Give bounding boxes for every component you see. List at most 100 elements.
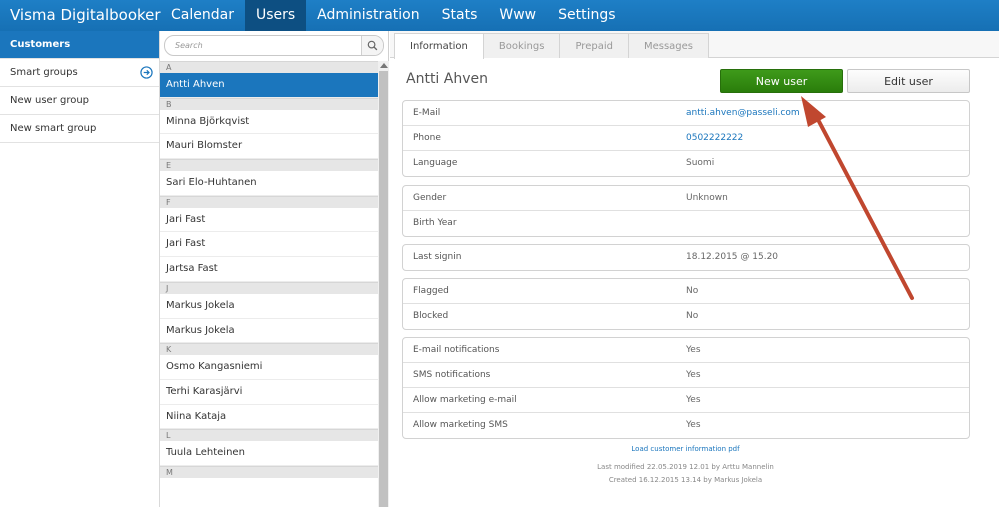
nav-users[interactable]: Users	[244, 0, 307, 31]
phone-row: Phone 0502222222	[403, 126, 969, 151]
last-signin-row: Last signin 18.12.2015 @ 15.20	[403, 245, 969, 270]
arrow-right-circle-icon[interactable]	[140, 66, 153, 79]
blocked-row: Blocked No	[403, 304, 969, 329]
birth-year-row: Birth Year	[403, 211, 969, 236]
group-letter-f: F	[160, 195, 378, 208]
nav-settings[interactable]: Settings	[547, 0, 626, 31]
email-link[interactable]: antti.ahven@passeli.com	[686, 101, 800, 126]
customer-name-title: Antti Ahven	[406, 71, 488, 87]
sidebar-item-customers[interactable]: Customers	[0, 31, 159, 59]
list-item[interactable]: Jartsa Fast	[160, 257, 378, 282]
list-item[interactable]: Antti Ahven	[160, 73, 378, 98]
blocked-value: No	[686, 311, 699, 321]
tab-information[interactable]: Information	[394, 33, 484, 59]
list-item[interactable]: Tuula Lehteinen	[160, 441, 378, 466]
list-item[interactable]: Osmo Kangasniemi	[160, 355, 378, 380]
list-item[interactable]: Niina Kataja	[160, 405, 378, 430]
sidebar: Customers Smart groups New user group Ne…	[0, 31, 160, 507]
list-item[interactable]: Mauri Blomster	[160, 134, 378, 160]
gender-label: Gender	[413, 193, 447, 203]
marketing-email-label: Allow marketing e-mail	[413, 395, 517, 405]
flagged-value: No	[686, 286, 699, 296]
created-text: Created 16.12.2015 13.14 by Markus Jokel…	[608, 476, 763, 484]
sidebar-item-new-user-group[interactable]: New user group	[0, 87, 159, 115]
phone-label: Phone	[413, 133, 441, 143]
search-box	[164, 35, 384, 56]
search-button[interactable]	[361, 36, 383, 55]
signin-card: Last signin 18.12.2015 @ 15.20	[402, 244, 970, 271]
flagged-label: Flagged	[413, 286, 449, 296]
user-list: A Antti Ahven B Minna Björkqvist Mauri B…	[160, 61, 378, 507]
group-letter-m: M	[160, 465, 378, 478]
nav-administration[interactable]: Administration	[306, 0, 430, 31]
email-notifications-value: Yes	[686, 345, 701, 355]
sms-notifications-row: SMS notifications Yes	[403, 363, 969, 388]
search-input[interactable]	[165, 36, 363, 55]
list-item[interactable]: Markus Jokela	[160, 294, 378, 319]
sidebar-item-new-smart-group[interactable]: New smart group	[0, 115, 159, 143]
list-item[interactable]: Minna Björkqvist	[160, 110, 378, 135]
sidebar-item-label: Customers	[10, 39, 71, 50]
group-letter-e: E	[160, 159, 378, 172]
tab-bookings[interactable]: Bookings	[482, 33, 561, 58]
group-letter-a: A	[160, 61, 378, 73]
last-modified-text: Last modified 22.05.2019 12.01 by Arttu …	[597, 463, 774, 471]
phone-link[interactable]: 0502222222	[686, 126, 743, 151]
last-signin-label: Last signin	[413, 252, 462, 262]
language-value: Suomi	[686, 158, 715, 168]
marketing-sms-value: Yes	[686, 420, 701, 430]
group-letter-j: J	[160, 281, 378, 294]
sidebar-item-label: New smart group	[10, 123, 97, 134]
search-icon	[367, 40, 378, 51]
marketing-sms-label: Allow marketing SMS	[413, 420, 508, 430]
marketing-email-value: Yes	[686, 395, 701, 405]
gender-row: Gender Unknown	[403, 186, 969, 211]
personal-card: Gender Unknown Birth Year	[402, 185, 970, 237]
group-letter-b: B	[160, 97, 378, 110]
tab-prepaid[interactable]: Prepaid	[559, 33, 629, 58]
notifications-card: E-mail notifications Yes SMS notificatio…	[402, 337, 970, 439]
sms-notifications-value: Yes	[686, 370, 701, 380]
nav-calendar[interactable]: Calendar	[160, 0, 245, 31]
scrollbar-thumb[interactable]	[379, 71, 388, 507]
language-label: Language	[413, 158, 458, 168]
tab-messages[interactable]: Messages	[627, 33, 709, 58]
gender-value: Unknown	[686, 193, 728, 203]
sidebar-item-label: New user group	[10, 95, 90, 106]
sms-notifications-label: SMS notifications	[413, 370, 491, 380]
list-item[interactable]: Jari Fast	[160, 208, 378, 233]
blocked-label: Blocked	[413, 311, 449, 321]
group-letter-k: K	[160, 343, 378, 356]
new-user-button[interactable]: New user	[720, 69, 843, 93]
language-row: Language Suomi	[403, 151, 969, 176]
nav-www[interactable]: Www	[488, 0, 547, 31]
scroll-up-arrow-icon[interactable]	[380, 63, 388, 68]
list-item[interactable]: Terhi Karasjärvi	[160, 380, 378, 405]
list-item[interactable]: Sari Elo-Huhtanen	[160, 171, 378, 196]
sidebar-item-smart-groups[interactable]: Smart groups	[0, 59, 159, 87]
email-label: E-Mail	[413, 108, 441, 118]
list-item[interactable]: Markus Jokela	[160, 319, 378, 344]
edit-user-button[interactable]: Edit user	[847, 69, 970, 93]
load-pdf-link[interactable]: Load customer information pdf	[390, 445, 981, 453]
flagged-row: Flagged No	[403, 279, 969, 304]
customer-detail: Information Bookings Prepaid Messages An…	[390, 31, 999, 507]
flags-card: Flagged No Blocked No	[402, 278, 970, 330]
email-notifications-row: E-mail notifications Yes	[403, 338, 969, 363]
last-signin-value: 18.12.2015 @ 15.20	[686, 252, 779, 262]
contact-card: E-Mail antti.ahven@passeli.com Phone 050…	[402, 100, 970, 177]
list-item[interactable]: Jari Fast	[160, 232, 378, 258]
marketing-sms-row: Allow marketing SMS Yes	[403, 413, 969, 438]
user-list-panel: A Antti Ahven B Minna Björkqvist Mauri B…	[160, 31, 389, 507]
app-brand[interactable]: Visma Digitalbooker	[0, 0, 161, 31]
detail-tabs: Information Bookings Prepaid Messages	[390, 31, 999, 59]
email-row: E-Mail antti.ahven@passeli.com	[403, 101, 969, 126]
nav-stats[interactable]: Stats	[431, 0, 489, 31]
email-notifications-label: E-mail notifications	[413, 345, 500, 355]
list-scrollbar[interactable]	[378, 61, 389, 507]
group-letter-l: L	[160, 429, 378, 442]
marketing-email-row: Allow marketing e-mail Yes	[403, 388, 969, 413]
sidebar-item-label: Smart groups	[10, 67, 78, 78]
birth-year-label: Birth Year	[413, 218, 457, 228]
top-navigation: Visma Digitalbooker Calendar Users Admin…	[0, 0, 999, 31]
